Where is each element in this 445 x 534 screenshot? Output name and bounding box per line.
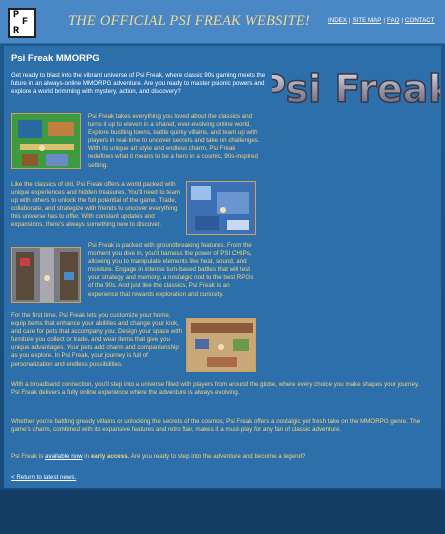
available-now-link[interactable]: available now bbox=[45, 453, 83, 460]
paragraph-2: Like the classics of old, Psi Freak offe… bbox=[11, 181, 181, 229]
paragraph-5: With a broadband connection, you'll step… bbox=[11, 381, 420, 397]
nav-contact-link[interactable]: CONTACT bbox=[405, 17, 434, 24]
site-logo[interactable]: P F R bbox=[8, 8, 36, 38]
screenshot-outdoor-area bbox=[186, 181, 256, 235]
intro-text: Get ready to blast into the vibrant univ… bbox=[11, 72, 266, 96]
logo-text: Psi Freak bbox=[272, 67, 440, 111]
top-nav: INDEX | SITE MAP | FAQ | CONTACT bbox=[328, 17, 435, 24]
site-title: THE OFFICIAL PSI FREAK WEBSITE! bbox=[68, 13, 310, 29]
paragraph-1: Psi Freak takes everything you loved abo… bbox=[88, 113, 260, 169]
cta-paragraph: Psi Freak is available now in early acce… bbox=[11, 453, 306, 460]
screenshot-interior bbox=[186, 318, 256, 372]
return-to-news-link[interactable]: < Return to latest news. bbox=[11, 474, 76, 481]
site-header: P F R THE OFFICIAL PSI FREAK WEBSITE! IN… bbox=[0, 0, 445, 44]
early-access-text: early access bbox=[90, 453, 128, 460]
logo-letter: F bbox=[22, 17, 29, 28]
page-footer bbox=[0, 490, 445, 534]
logo-letter: P bbox=[13, 10, 20, 21]
paragraph-3: Psi Freak is packed with groundbreaking … bbox=[88, 242, 254, 298]
psi-freak-logo-graphic: Psi Freak bbox=[272, 66, 440, 112]
nav-index-link[interactable]: INDEX bbox=[328, 17, 347, 24]
page-title: Psi Freak MMORPG bbox=[11, 53, 100, 64]
paragraph-4: For the first time, Psi Freak lets you c… bbox=[11, 312, 182, 368]
logo-letter: R bbox=[13, 26, 20, 37]
article-content: Psi Freak MMORPG Psi Freak Get ready to … bbox=[4, 46, 441, 488]
nav-site-map-link[interactable]: SITE MAP bbox=[353, 17, 382, 24]
screenshot-town-map bbox=[11, 113, 81, 169]
page: P F R THE OFFICIAL PSI FREAK WEBSITE! IN… bbox=[0, 0, 445, 534]
nav-faq-link[interactable]: FAQ bbox=[387, 17, 399, 24]
screenshot-street bbox=[11, 247, 81, 303]
paragraph-6: Whether you're battling greedy villains … bbox=[11, 418, 421, 434]
